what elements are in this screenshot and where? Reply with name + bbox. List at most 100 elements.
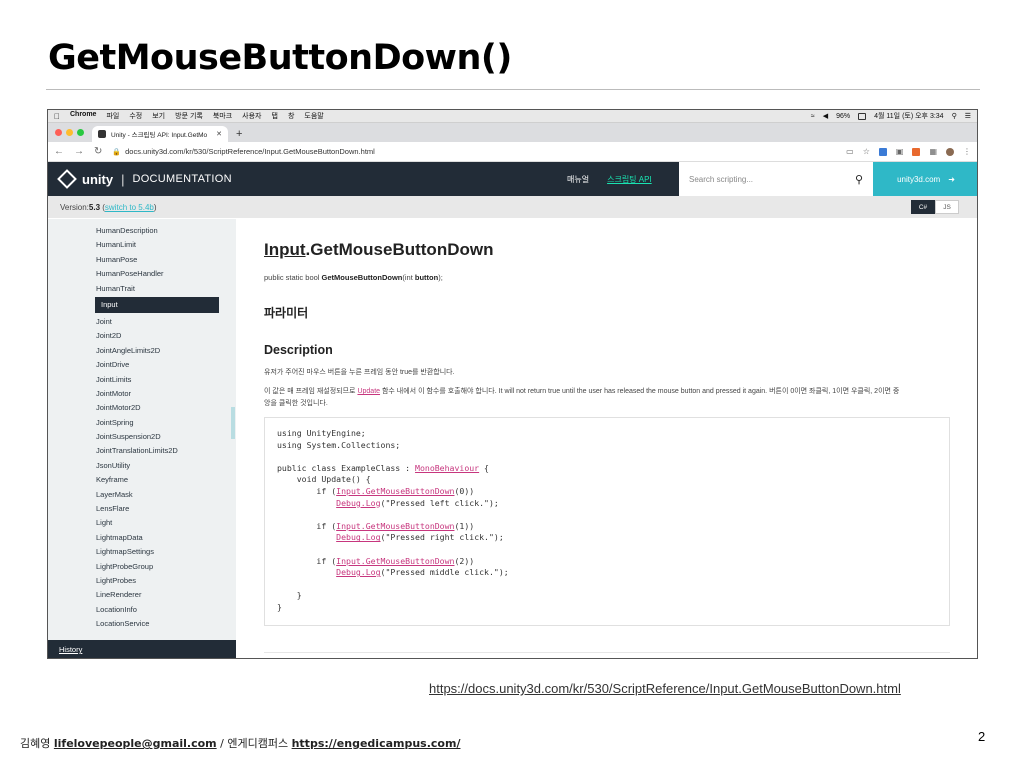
nav-scripting-api[interactable]: 스크립팅 API (607, 174, 652, 185)
sig-method: GetMouseButtonDown (321, 273, 403, 282)
sidebar-item[interactable]: HumanLimit (48, 238, 236, 252)
sidebar-item[interactable]: JointMotor2D (48, 401, 236, 415)
sidebar-item[interactable]: LightmapSettings (48, 545, 236, 559)
menu-item-file[interactable]: 파일 (106, 111, 119, 121)
more-menu-icon[interactable]: ⋮ (963, 147, 971, 156)
sidebar-item[interactable]: JointDrive (48, 358, 236, 372)
sidebar-item[interactable]: JointLimits (48, 373, 236, 387)
sidebar-item[interactable]: JointSuspension2D (48, 430, 236, 444)
arrow-right-icon: ➜ (948, 174, 955, 184)
debug-log-link[interactable]: Debug.Log (336, 498, 380, 508)
extensions-icon[interactable]: ▦ (929, 147, 937, 156)
apple-icon[interactable]:  (54, 112, 60, 121)
input-link[interactable]: Input.GetMouseButtonDown (336, 521, 454, 531)
forward-arrow-icon[interactable]: → (74, 146, 84, 157)
profile-avatar[interactable] (946, 147, 954, 156)
close-window-button[interactable] (55, 129, 62, 136)
code-example: using UnityEngine; using System.Collecti… (264, 417, 950, 626)
sidebar-item[interactable]: JointTranslationLimits2D (48, 444, 236, 458)
update-link[interactable]: Update (357, 388, 380, 395)
status-area: ≈ ◀ 96% 4월 11일 (토) 오후 3:34 ⚲ ☰ (811, 111, 971, 121)
sidebar-item[interactable]: JointMotor (48, 387, 236, 401)
close-tab-icon[interactable]: ✕ (216, 130, 222, 138)
sig-open: (int (402, 273, 415, 282)
spotlight-icon[interactable]: ⚲ (952, 112, 957, 120)
menu-item-chrome[interactable]: Chrome (70, 111, 96, 121)
menu-item-edit[interactable]: 수정 (129, 111, 142, 121)
lang-js-button[interactable]: JS (935, 200, 959, 214)
sidebar-item[interactable]: HumanTrait (48, 282, 236, 296)
nav-manual[interactable]: 매뉴얼 (567, 174, 589, 185)
search-input[interactable]: Search scripting... (689, 175, 753, 184)
menu-item-view[interactable]: 보기 (152, 111, 165, 121)
menu-item-history[interactable]: 방문 기록 (175, 111, 203, 121)
sidebar-item[interactable]: LineRenderer (48, 588, 236, 602)
input-link[interactable]: Input.GetMouseButtonDown (336, 486, 454, 496)
sidebar-item[interactable]: LightProbes (48, 574, 236, 588)
sidebar-item[interactable]: LocationService (48, 617, 236, 631)
sidebar-item[interactable]: HumanPoseHandler (48, 267, 236, 281)
sig-param: button (414, 273, 439, 282)
bookmark-star-icon[interactable]: ☆ (863, 147, 870, 156)
unity-logo[interactable]: unity | DOCUMENTATION (57, 169, 232, 189)
unity3d-link[interactable]: unity3d.com ➜ (873, 162, 977, 196)
extension-icon[interactable] (912, 147, 921, 156)
sidebar-item[interactable]: HumanDescription (48, 224, 236, 238)
sidebar-item[interactable]: Joint (48, 315, 236, 329)
clock[interactable]: 4월 11일 (토) 오후 3:34 (874, 111, 943, 121)
unity-header: unity | DOCUMENTATION 매뉴얼 스크립팅 API Searc… (48, 162, 977, 196)
debug-log-link[interactable]: Debug.Log (336, 567, 380, 577)
method-signature: public static bool GetMouseButtonDown(in… (264, 273, 443, 282)
sidebar-item[interactable]: Joint2D (48, 329, 236, 343)
extension-icon[interactable] (878, 147, 887, 156)
doc-content: Input.GetMouseButtonDown public static b… (264, 219, 964, 658)
sidebar-item[interactable]: HumanPose (48, 253, 236, 267)
control-center-icon[interactable]: ☰ (965, 112, 971, 120)
menu-item-tab[interactable]: 탭 (272, 111, 278, 121)
sidebar-item[interactable]: LightProbeGroup (48, 560, 236, 574)
sidebar-item-active[interactable]: Input (95, 296, 219, 313)
menu-item-people[interactable]: 사용자 (242, 111, 261, 121)
menu-item-window[interactable]: 창 (288, 111, 294, 121)
lang-csharp-button[interactable]: C# (911, 200, 935, 214)
sidebar-item[interactable]: LayerMask (48, 488, 236, 502)
footer-email-link[interactable]: lifelovepeople@gmail.com (54, 737, 217, 750)
sidebar-item[interactable]: LensFlare (48, 502, 236, 516)
search-icon[interactable]: ⚲ (855, 173, 863, 186)
footer-site-link[interactable]: https://engedicampus.com/ (292, 737, 461, 750)
search-box[interactable]: Search scripting... ⚲ (679, 162, 873, 196)
volume-icon[interactable]: ◀ (823, 112, 828, 120)
battery-icon[interactable] (858, 112, 867, 120)
window-controls (55, 129, 84, 136)
cast-icon[interactable]: ▭ (846, 147, 854, 156)
sidebar-item[interactable]: LightmapData (48, 531, 236, 545)
input-link[interactable]: Input.GetMouseButtonDown (336, 556, 454, 566)
camera-icon[interactable]: ▣ (896, 147, 904, 156)
back-arrow-icon[interactable]: ← (54, 146, 64, 157)
sidebar-item[interactable]: JointAngleLimits2D (48, 344, 236, 358)
menu-item-help[interactable]: 도움말 (304, 111, 323, 121)
monobehaviour-link[interactable]: MonoBehaviour (415, 463, 479, 473)
new-tab-button[interactable]: + (236, 128, 242, 140)
minimize-window-button[interactable] (66, 129, 73, 136)
sidebar-item[interactable]: Keyframe (48, 473, 236, 487)
sidebar-item[interactable]: LocationInfo (48, 603, 236, 617)
sidebar-item[interactable]: JointSpring (48, 416, 236, 430)
history-link[interactable]: History (48, 640, 236, 658)
browser-tab[interactable]: Unity - 스크립팅 API: Input.GetMo ✕ (92, 126, 228, 142)
sidebar-item[interactable]: JsonUtility (48, 459, 236, 473)
parameters-heading: 파라미터 (264, 306, 309, 320)
sidebar-scrollbar[interactable] (231, 407, 235, 439)
reload-icon[interactable]: ↻ (94, 146, 102, 157)
switch-version-link[interactable]: switch to 5.4b (105, 203, 154, 212)
lock-icon[interactable]: 🔒 (112, 148, 121, 156)
url-field[interactable]: docs.unity3d.com/kr/530/ScriptReference/… (125, 147, 375, 156)
class-link[interactable]: Input (264, 240, 306, 259)
sidebar-item[interactable]: Light (48, 516, 236, 530)
menu-item-bookmarks[interactable]: 북마크 (213, 111, 232, 121)
zoom-window-button[interactable] (77, 129, 84, 136)
source-url-link[interactable]: https://docs.unity3d.com/kr/530/ScriptRe… (429, 681, 901, 696)
debug-log-link[interactable]: Debug.Log (336, 532, 380, 542)
wifi-icon[interactable]: ≈ (811, 113, 815, 120)
